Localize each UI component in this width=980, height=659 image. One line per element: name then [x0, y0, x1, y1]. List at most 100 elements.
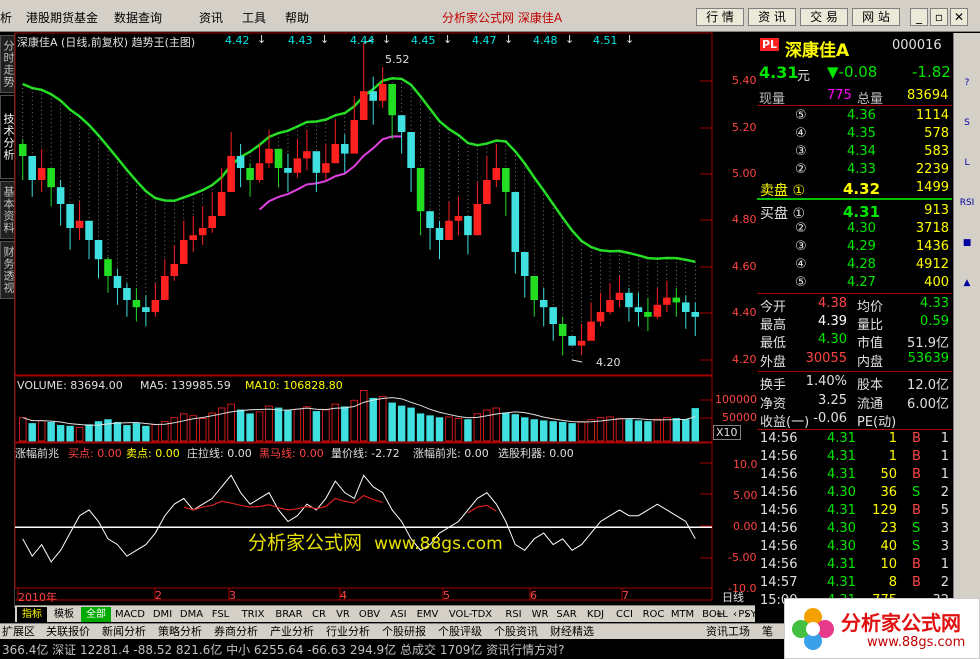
ask-row[interactable]: ⑤ 4.36 1114 [757, 108, 952, 126]
function-tab[interactable]: 财经精选 [550, 625, 594, 639]
tick-row[interactable]: 14:56 4.31 1 B 1 [757, 431, 952, 449]
add-tab-icon[interactable]: + [713, 607, 727, 622]
triangle-icon[interactable]: ▲ [956, 273, 978, 293]
function-tab[interactable]: 个股资讯 [494, 625, 538, 639]
bid-row[interactable]: ④ 4.28 4912 [757, 257, 952, 275]
volume-bar [454, 418, 463, 442]
indicator-tab[interactable]: ASI [385, 607, 412, 622]
toolbar-trade-button[interactable]: 交 易 [800, 8, 848, 26]
bid-row[interactable]: ③ 4.29 1436 [757, 239, 952, 257]
volume-bar [388, 402, 396, 442]
ask-row[interactable]: ③ 4.34 583 [757, 144, 952, 162]
panel-divider [757, 198, 952, 200]
volume-bar [85, 424, 93, 442]
level-marker: 4.42 [225, 34, 250, 47]
restore-icon[interactable]: ▫ [930, 8, 948, 26]
indicator-tab[interactable]: 模板 [49, 607, 79, 622]
tick-row[interactable]: 14:56 4.30 36 S 2 [757, 485, 952, 503]
stock-icon[interactable]: S [956, 113, 978, 133]
tick-row[interactable]: 14:56 4.30 23 S 3 [757, 521, 952, 539]
indicator-tab[interactable]: VR [332, 607, 354, 622]
function-tab[interactable]: 新闻分析 [102, 625, 146, 639]
indicator-tab[interactable]: 全部 [81, 607, 111, 622]
indicator-tab[interactable]: VOL-TDX [443, 607, 498, 622]
indicator-tab[interactable]: 指标 [17, 607, 47, 622]
tick-time: 14:56 [760, 449, 798, 464]
ask-row[interactable]: ② 4.33 2239 [757, 162, 952, 180]
stats-value: 0.59 [920, 314, 949, 329]
indicator-tab[interactable]: MTM [669, 607, 696, 622]
candle-body [672, 297, 681, 303]
indicator-tab[interactable]: WR [529, 607, 551, 622]
help-icon[interactable]: ? [956, 73, 978, 93]
volume-bar [539, 420, 548, 442]
square-icon[interactable]: ■ [956, 233, 978, 253]
candle-body [445, 220, 453, 240]
list-icon[interactable]: L [956, 153, 978, 173]
candle-body [132, 300, 141, 308]
tick-volume: 40 [880, 539, 897, 554]
volume-bar [435, 417, 444, 442]
ask-row[interactable]: 卖盘 ① 4.32 1499 [757, 180, 952, 199]
indicator-tab[interactable]: EMV [414, 607, 441, 622]
indicator-tab[interactable]: KDJ [582, 607, 609, 622]
indicator-tab[interactable]: CR [308, 607, 330, 622]
indicator-tab[interactable]: DMI [149, 607, 176, 622]
candle-body [94, 240, 103, 260]
candle-body [293, 158, 302, 173]
indicator-tab[interactable]: RSI [500, 607, 527, 622]
ask-row[interactable]: ④ 4.35 578 [757, 126, 952, 144]
indicator-tab[interactable]: OBV [356, 607, 383, 622]
volume-bar [208, 412, 216, 442]
tick-volume: 50 [880, 467, 897, 482]
function-tab[interactable]: 券商分析 [214, 625, 258, 639]
tick-count: 2 [940, 485, 949, 500]
indicator-tab[interactable]: CCI [611, 607, 638, 622]
function-tab[interactable]: 笔 [762, 625, 773, 639]
volume-bar [293, 408, 302, 442]
indicator-tab[interactable]: ROC [640, 607, 667, 622]
volume-bar [132, 423, 141, 442]
close-icon[interactable]: ✕ [950, 8, 968, 26]
period-label[interactable]: 日线 [722, 589, 744, 605]
toolbar-website-button[interactable]: 网 站 [852, 8, 900, 26]
function-tab[interactable]: 行业分析 [326, 625, 370, 639]
minimize-icon[interactable]: _ [910, 8, 928, 26]
level-marker: 4.48 [533, 34, 558, 47]
indicator-name: 涨幅前兆 [15, 447, 59, 460]
tick-row[interactable]: 14:57 4.31 8 B 2 [757, 575, 952, 593]
function-tab[interactable]: 个股研报 [382, 625, 426, 639]
volume-bar [672, 418, 681, 442]
tick-row[interactable]: 14:56 4.30 40 S 3 [757, 539, 952, 557]
indicator-tab[interactable]: BRAR [272, 607, 306, 622]
volume-bar [378, 395, 387, 442]
indicator-tab[interactable]: DMA [178, 607, 205, 622]
function-tab[interactable]: 策略分析 [158, 625, 202, 639]
indicator-tab[interactable]: SAR [553, 607, 580, 622]
ask-volume: 2239 [915, 162, 949, 177]
function-tab[interactable]: 关联报价 [46, 625, 90, 639]
tick-row[interactable]: 14:56 4.31 1 B 1 [757, 449, 952, 467]
function-tab[interactable]: 个股评级 [438, 625, 482, 639]
tick-row[interactable]: 14:56 4.31 10 B 1 [757, 557, 952, 575]
indicator-tab[interactable]: FSL [207, 607, 234, 622]
price-tick: 5.40 [732, 74, 757, 87]
trend-upper-line [22, 77, 696, 264]
scroll-left-icon[interactable]: ‹ [729, 607, 741, 622]
bid-row[interactable]: 买盘 ① 4.31 913 [757, 203, 952, 222]
function-tab[interactable]: 扩展区 [2, 625, 35, 639]
indicator-tab[interactable]: MACD [113, 607, 147, 622]
chart-area[interactable] [0, 0, 757, 606]
tick-row[interactable]: 14:56 4.31 50 B 1 [757, 467, 952, 485]
tick-row[interactable]: 14:56 4.31 129 B 5 [757, 503, 952, 521]
function-tab[interactable]: 产业分析 [270, 625, 314, 639]
bid-row[interactable]: ⑤ 4.27 400 [757, 275, 952, 293]
candle-body [644, 312, 652, 317]
scroll-right-icon[interactable]: › [741, 607, 753, 622]
bid-row[interactable]: ② 4.30 3718 [757, 221, 952, 239]
brand-logo: 分析家公式网 www.88gs.com [784, 598, 980, 659]
indicator-zhuang: 庄拉线: 0.00 [187, 447, 252, 460]
rsi-icon[interactable]: RSI [956, 193, 978, 213]
function-tab[interactable]: 资讯工场 [706, 625, 750, 639]
indicator-tab[interactable]: TRIX [236, 607, 270, 622]
